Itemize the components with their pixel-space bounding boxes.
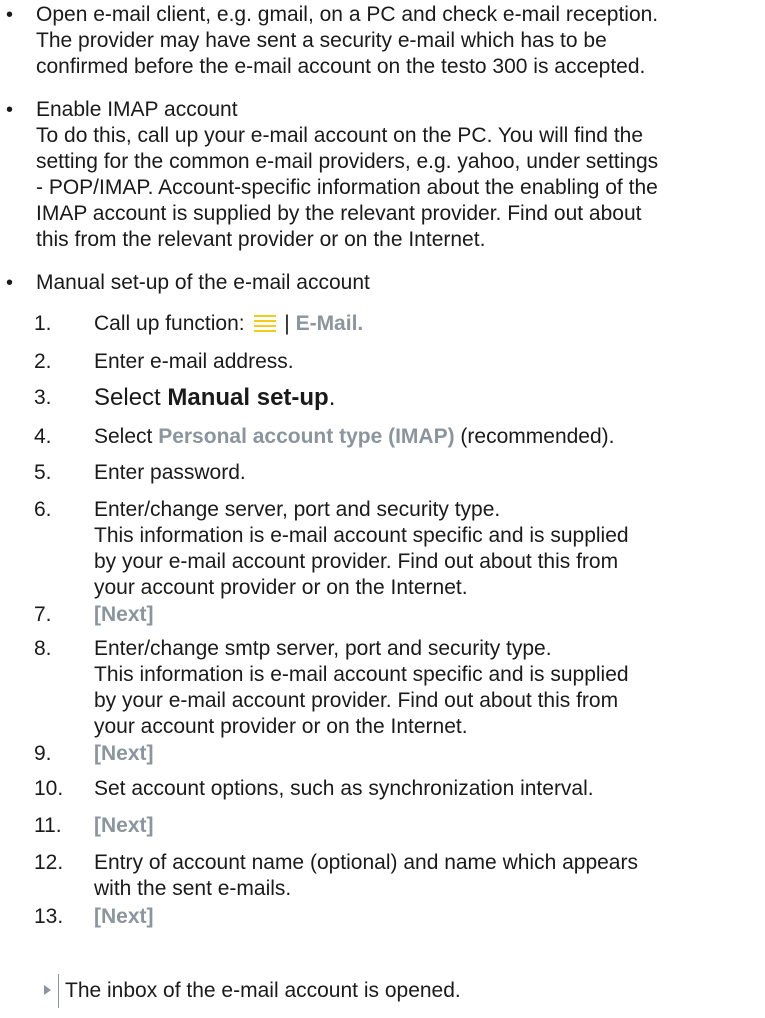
bullet-item-manual-setup: • Manual set-up of the e-mail account xyxy=(0,270,765,296)
step-number: 12. xyxy=(34,851,64,874)
result-divider xyxy=(58,974,59,1008)
email-function-link: E-Mail. xyxy=(295,312,364,335)
step-number: 1. xyxy=(34,312,52,335)
bullet-line: Open e-mail client, e.g. gmail, on a PC … xyxy=(36,3,659,26)
bullet-line: this from the relevant provider or on th… xyxy=(36,228,486,251)
step-number: 4. xyxy=(34,425,52,448)
step-number: 6. xyxy=(34,498,52,521)
step-item: 3. Select Manual set-up. xyxy=(34,385,765,411)
step-line: Enter/change smtp server, port and secur… xyxy=(94,637,552,660)
step-text: Enter e-mail address. xyxy=(94,350,294,373)
bullet-dot: • xyxy=(6,272,14,294)
bullet-line: Manual set-up of the e-mail account xyxy=(36,271,370,294)
step-line: Entry of account name (optional) and nam… xyxy=(94,851,638,874)
step-text: Select xyxy=(94,425,159,448)
bullet-line: setting for the common e-mail providers,… xyxy=(36,150,659,173)
bullet-line: - POP/IMAP. Account-specific information… xyxy=(36,176,658,199)
step-number: 2. xyxy=(34,350,52,373)
step-item: 9. [Next] xyxy=(34,741,765,767)
step-text: Enter password. xyxy=(94,461,246,484)
step-separator: | xyxy=(278,312,296,335)
menu-lines-icon xyxy=(254,315,277,332)
step-item: 13. [Next] xyxy=(34,904,765,930)
step-item: 4. Select Personal account type (IMAP) (… xyxy=(34,424,765,450)
step-number: 10. xyxy=(34,777,64,800)
step-item: 6. Enter/change server, port and securit… xyxy=(34,497,765,601)
bullet-line: confirmed before the e-mail account on t… xyxy=(36,55,646,78)
next-button-label: [Next] xyxy=(94,742,154,765)
step-text-suffix: (recommended). xyxy=(454,425,615,448)
bullet-line: The provider may have sent a security e-… xyxy=(36,29,607,52)
step-number: 13. xyxy=(34,905,64,928)
next-button-label: [Next] xyxy=(94,814,154,837)
step-number: 11. xyxy=(34,814,62,837)
next-button-label: [Next] xyxy=(94,603,154,626)
step-line: with the sent e-mails. xyxy=(94,877,292,900)
step-line: by your e-mail account provider. Find ou… xyxy=(94,689,619,712)
step-text: Select xyxy=(94,384,168,411)
bullet-line: IMAP account is supplied by the relevant… xyxy=(36,202,642,225)
step-line: by your e-mail account provider. Find ou… xyxy=(94,550,619,573)
step-item: 8. Enter/change smtp server, port and se… xyxy=(34,636,765,740)
step-text-suffix: . xyxy=(328,384,336,411)
bullet-item-check-reception: • Open e-mail client, e.g. gmail, on a P… xyxy=(0,2,765,80)
bullet-line: Enable IMAP account xyxy=(36,98,238,121)
step-text: Call up function: xyxy=(94,312,251,335)
result-arrow-icon xyxy=(44,985,51,995)
account-type-option: Personal account type (IMAP) xyxy=(158,425,455,448)
manual-setup-label: Manual set-up xyxy=(167,384,329,411)
step-item: 1. Call up function: | E-Mail. xyxy=(34,311,765,337)
bullet-item-enable-imap: • Enable IMAP account To do this, call u… xyxy=(0,97,765,253)
bullet-dot: • xyxy=(6,4,14,26)
bullet-dot: • xyxy=(6,99,14,121)
step-line: Enter/change server, port and security t… xyxy=(94,498,501,521)
step-number: 7. xyxy=(34,603,52,626)
step-item: 12. Entry of account name (optional) and… xyxy=(34,850,765,902)
step-number: 5. xyxy=(34,461,52,484)
result-text: The inbox of the e-mail account is opene… xyxy=(65,979,461,1002)
step-item: 2. Enter e-mail address. xyxy=(34,349,765,375)
step-number: 9. xyxy=(34,742,52,765)
step-line: This information is e-mail account speci… xyxy=(94,663,629,686)
next-button-label: [Next] xyxy=(94,905,154,928)
step-item: 10. Set account options, such as synchro… xyxy=(34,776,765,802)
step-line: your account provider or on the Internet… xyxy=(94,715,468,738)
manual-page: • Open e-mail client, e.g. gmail, on a P… xyxy=(0,0,765,1018)
step-item: 7. [Next] xyxy=(34,602,765,628)
step-text: Set account options, such as synchroniza… xyxy=(94,777,594,800)
bullet-line: To do this, call up your e-mail account … xyxy=(36,124,644,147)
step-item: 5. Enter password. xyxy=(34,460,765,486)
step-number: 3. xyxy=(34,386,52,409)
step-item: 11. [Next] xyxy=(34,813,765,839)
step-line: This information is e-mail account speci… xyxy=(94,524,629,547)
step-number: 8. xyxy=(34,637,52,660)
step-line: your account provider or on the Internet… xyxy=(94,576,468,599)
